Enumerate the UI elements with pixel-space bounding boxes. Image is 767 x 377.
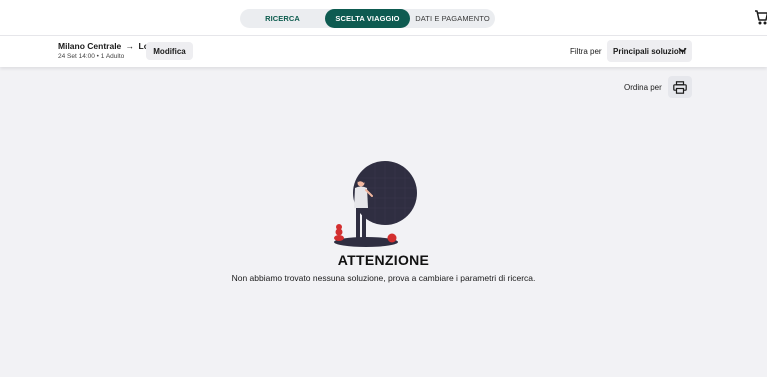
booking-steps: RICERCA SCELTA VIAGGIO DATI E PAGAMENTO (240, 9, 495, 28)
origin-station: Milano Centrale (58, 41, 122, 51)
print-icon (673, 80, 687, 94)
filter-dropdown[interactable]: Principali soluzioni (607, 40, 692, 62)
filter-label: Filtra per (570, 47, 602, 56)
trip-date-passengers: 24 Set 14:00 • 1 Adulto (58, 53, 125, 60)
sort-label: Ordina per (624, 83, 662, 92)
no-results-illustration (334, 161, 417, 247)
modify-button[interactable]: Modifica (146, 42, 193, 60)
empty-state-title: ATTENZIONE (337, 252, 430, 268)
route-arrow: → (125, 41, 135, 51)
step-scelta-viaggio[interactable]: SCELTA VIAGGIO (325, 9, 410, 28)
trip-route: Milano Centrale → Lodi (58, 41, 157, 51)
chevron-down-icon (678, 47, 687, 53)
search-summary-bar: Milano Centrale → Lodi 24 Set 14:00 • 1 … (0, 36, 767, 67)
top-header: RICERCA SCELTA VIAGGIO DATI E PAGAMENTO (0, 0, 767, 36)
print-button[interactable] (668, 76, 692, 98)
step-dati-pagamento[interactable]: DATI E PAGAMENTO (410, 9, 495, 28)
step-ricerca[interactable]: RICERCA (240, 9, 325, 28)
cart-icon[interactable] (754, 8, 767, 26)
filter-selected-value: Principali soluzioni (613, 46, 686, 56)
empty-state-message: Non abbiamo trovato nessuna soluzione, p… (231, 273, 536, 283)
